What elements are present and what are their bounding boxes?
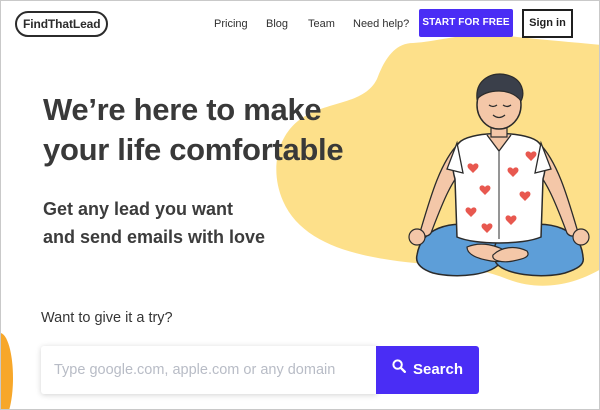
search-box	[41, 346, 377, 394]
subline-1: Get any lead you want	[43, 199, 234, 219]
sign-in-button[interactable]: Sign in	[522, 9, 573, 38]
start-for-free-button[interactable]: START FOR FREE	[419, 9, 513, 37]
search-button[interactable]: Search	[376, 346, 479, 394]
search-icon	[392, 345, 406, 393]
domain-search-input[interactable]	[41, 346, 371, 394]
nav-blog[interactable]: Blog	[266, 18, 288, 30]
headline-line-1: We’re here to make	[43, 92, 322, 127]
page-frame: FindThatLead Pricing Blog Team Need help…	[0, 0, 600, 410]
search-button-label: Search	[412, 361, 464, 378]
nav-pricing[interactable]: Pricing	[214, 18, 248, 30]
nav-team[interactable]: Team	[308, 18, 335, 30]
try-it-label: Want to give it a try?	[41, 310, 173, 326]
meditating-man-illustration	[408, 73, 590, 277]
subline-2: and send emails with love	[43, 227, 266, 247]
headline-line-2: your life comfortable	[43, 132, 344, 167]
page-title: We’re here to make your life comfortable	[43, 90, 403, 170]
logo[interactable]: FindThatLead	[15, 11, 109, 37]
nav-need-help[interactable]: Need help?	[353, 18, 409, 30]
